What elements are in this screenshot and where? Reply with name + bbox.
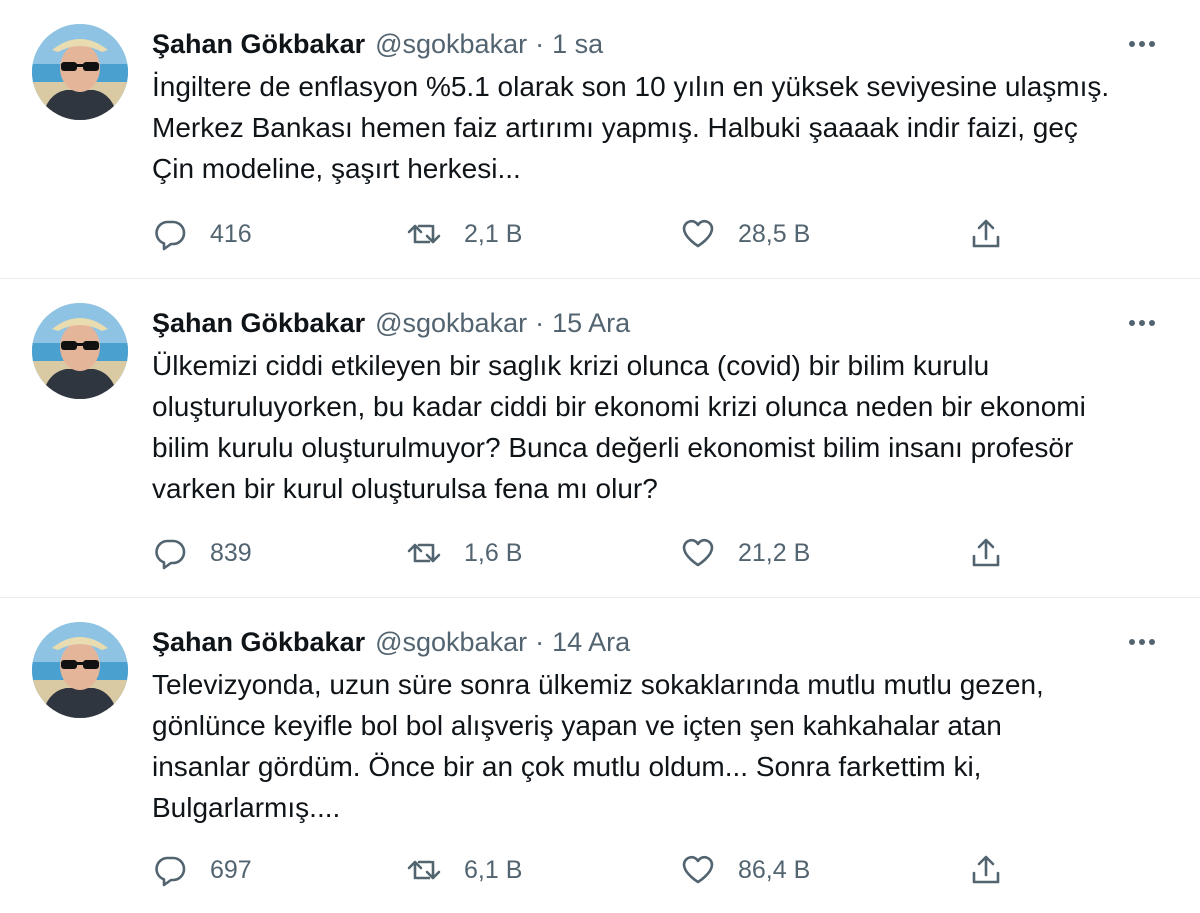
- reply-count: 416: [210, 219, 252, 248]
- reply-count: 839: [210, 538, 252, 567]
- avatar[interactable]: [32, 24, 128, 120]
- tweet-time[interactable]: 1 sa: [552, 29, 603, 60]
- retweet-arrows-icon: [406, 535, 442, 571]
- reply-button[interactable]: 839: [152, 533, 252, 573]
- author-handle[interactable]: @sgokbakar: [375, 308, 527, 339]
- separator-dot: ·: [535, 626, 545, 657]
- reply-bubble-icon: [152, 216, 188, 252]
- author-name[interactable]: Şahan Gökbakar: [152, 29, 365, 60]
- tweet-header: Şahan Gökbakar @sgokbakar · 14 Ara: [152, 622, 1160, 662]
- tweet-text-line: varken bir kurul oluşturulsa fena mı olu…: [152, 473, 658, 504]
- retweet-button[interactable]: 2,1 B: [406, 214, 522, 254]
- like-count: 28,5 B: [738, 219, 811, 248]
- heart-icon: [680, 216, 716, 252]
- more-horizontal-icon[interactable]: [1124, 28, 1160, 60]
- avatar[interactable]: [32, 622, 128, 718]
- tweet-header: Şahan Gökbakar @sgokbakar · 1 sa: [152, 24, 1160, 64]
- retweet-count: 2,1 B: [464, 219, 523, 248]
- tweet-feed: Şahan Gökbakar @sgokbakar · 1 sa İngilte…: [0, 0, 1200, 913]
- share-button[interactable]: [968, 850, 1004, 890]
- avatar-photo: [32, 622, 128, 718]
- tweet-text-line: insanlar gördüm. Önce bir an çok mutlu o…: [152, 751, 982, 782]
- tweet-text: İngiltere de enflasyon %5.1 olarak son 1…: [152, 66, 1160, 189]
- tweet-text: Televizyonda, uzun süre sonra ülkemiz so…: [152, 664, 1160, 828]
- retweet-count: 6,1 B: [464, 855, 523, 884]
- avatar[interactable]: [32, 303, 128, 399]
- share-button[interactable]: [968, 214, 1004, 254]
- tweet-text-line: Televizyonda, uzun süre sonra ülkemiz so…: [152, 669, 1044, 700]
- like-count: 86,4 B: [738, 855, 811, 884]
- tweet-item[interactable]: Şahan Gökbakar @sgokbakar · 1 sa İngilte…: [0, 0, 1200, 279]
- tweet-text-line: Merkez Bankası hemen faiz artırımı yapmı…: [152, 112, 1078, 143]
- heart-icon: [680, 852, 716, 888]
- heart-icon: [680, 535, 716, 571]
- tweet-actions: 697 6,1 B 86,4 B: [152, 850, 1022, 890]
- avatar-photo: [32, 24, 128, 120]
- like-count: 21,2 B: [738, 538, 811, 567]
- tweet-text-line: oluşturuluyorken, bu kadar ciddi bir eko…: [152, 391, 1086, 422]
- share-button[interactable]: [968, 533, 1004, 573]
- tweet-item[interactable]: Şahan Gökbakar @sgokbakar · 14 Ara Telev…: [0, 598, 1200, 913]
- tweet-time[interactable]: 15 Ara: [552, 308, 630, 339]
- reply-button[interactable]: 697: [152, 850, 252, 890]
- tweet-item[interactable]: Şahan Gökbakar @sgokbakar · 15 Ara Ülkem…: [0, 279, 1200, 598]
- tweet-text-line: Ülkemizi ciddi etkileyen bir saglık kriz…: [152, 350, 990, 381]
- tweet-actions: 416 2,1 B 28,5 B: [152, 214, 1022, 254]
- author-handle[interactable]: @sgokbakar: [375, 627, 527, 658]
- like-button[interactable]: 21,2 B: [680, 533, 810, 573]
- retweet-arrows-icon: [406, 852, 442, 888]
- tweet-text-line: Bulgarlarmış....: [152, 792, 341, 823]
- like-button[interactable]: 28,5 B: [680, 214, 810, 254]
- share-upload-icon: [968, 216, 1004, 252]
- author-name[interactable]: Şahan Gökbakar: [152, 627, 365, 658]
- tweet-text-line: Çin modeline, şaşırt herkesi...: [152, 153, 521, 184]
- retweet-arrows-icon: [406, 216, 442, 252]
- more-horizontal-icon[interactable]: [1124, 307, 1160, 339]
- reply-count: 697: [210, 855, 252, 884]
- reply-bubble-icon: [152, 535, 188, 571]
- retweet-button[interactable]: 1,6 B: [406, 533, 522, 573]
- tweet-header: Şahan Gökbakar @sgokbakar · 15 Ara: [152, 303, 1160, 343]
- retweet-button[interactable]: 6,1 B: [406, 850, 522, 890]
- tweet-actions: 839 1,6 B 21,2 B: [152, 533, 1022, 573]
- tweet-text: Ülkemizi ciddi etkileyen bir saglık kriz…: [152, 345, 1160, 509]
- separator-dot: ·: [535, 28, 545, 59]
- tweet-text-line: gönlünce keyifle bol bol alışveriş yapan…: [152, 710, 1002, 741]
- more-horizontal-icon[interactable]: [1124, 626, 1160, 658]
- author-handle[interactable]: @sgokbakar: [375, 29, 527, 60]
- tweet-text-line: bilim kurulu oluşturulmuyor? Bunca değer…: [152, 432, 1074, 463]
- author-name[interactable]: Şahan Gökbakar: [152, 308, 365, 339]
- tweet-text-line: İngiltere de enflasyon %5.1 olarak son 1…: [152, 71, 1110, 102]
- share-upload-icon: [968, 535, 1004, 571]
- avatar-photo: [32, 303, 128, 399]
- share-upload-icon: [968, 852, 1004, 888]
- like-button[interactable]: 86,4 B: [680, 850, 810, 890]
- reply-bubble-icon: [152, 852, 188, 888]
- retweet-count: 1,6 B: [464, 538, 523, 567]
- reply-button[interactable]: 416: [152, 214, 252, 254]
- separator-dot: ·: [535, 307, 545, 338]
- tweet-time[interactable]: 14 Ara: [552, 627, 630, 658]
